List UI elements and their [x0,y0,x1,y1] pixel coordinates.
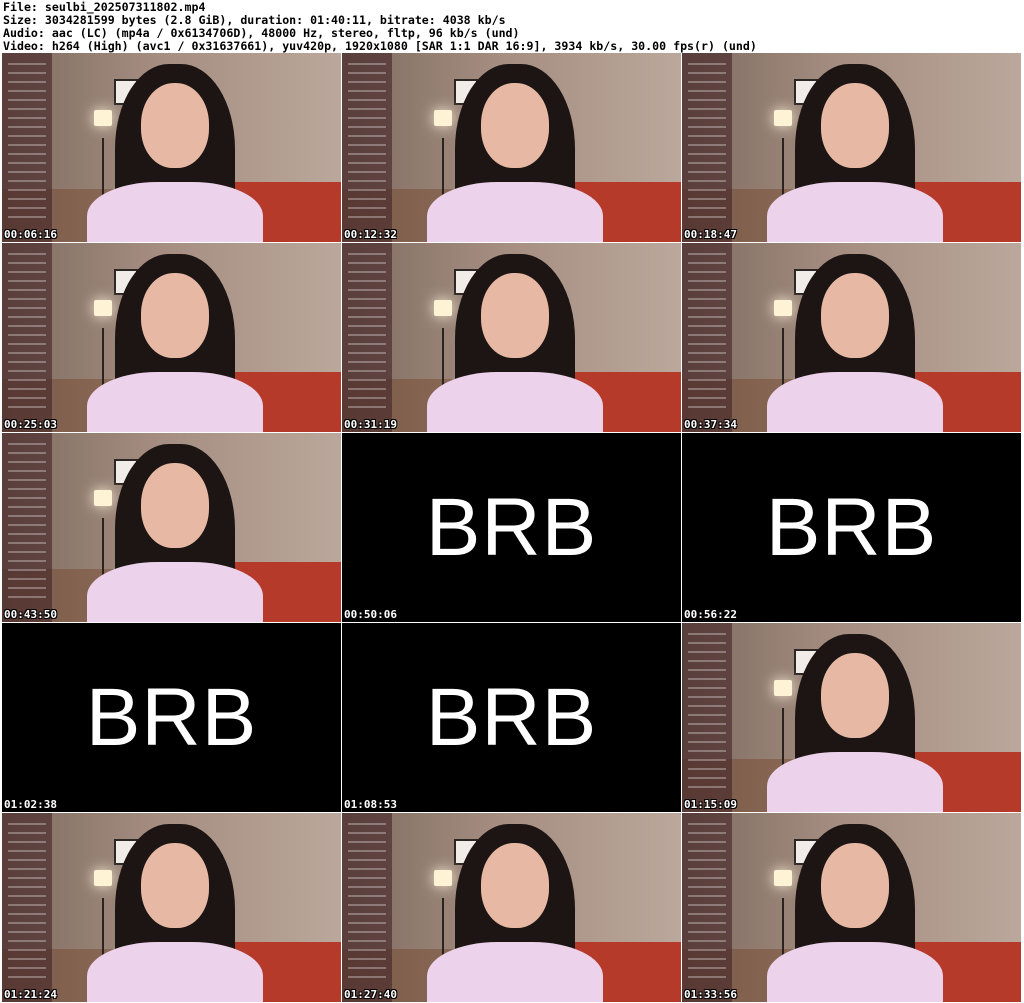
video-thumbnail: 01:21:24 [2,813,341,1002]
video-frame-image [2,53,341,242]
brb-text: BRB [342,623,681,812]
timestamp-label: 01:02:38 [4,798,57,811]
timestamp-label: 00:06:16 [4,228,57,241]
video-thumbnail: 01:15:09 [682,623,1021,812]
video-frame-image [2,813,341,1002]
video-frame-image [342,813,681,1002]
video-info: Video: h264 (High) (avc1 / 0x31637661), … [3,39,757,53]
video-frame-image [2,433,341,622]
timestamp-label: 00:18:47 [684,228,737,241]
timestamp-label: 00:37:34 [684,418,737,431]
video-frame-image [342,53,681,242]
video-frame-image [682,623,1021,812]
video-frame-image [2,243,341,432]
video-thumbnail: 00:06:16 [2,53,341,242]
timestamp-label: 01:08:53 [344,798,397,811]
brb-text: BRB [2,623,341,812]
timestamp-label: 00:12:32 [344,228,397,241]
video-thumbnail: 01:33:56 [682,813,1021,1002]
timestamp-label: 01:21:24 [4,988,57,1001]
video-thumbnail: 00:25:03 [2,243,341,432]
thumbnail-grid: 00:06:16 00:12:32 00:18:47 00:25:03 00:31:19… [2,53,1022,1003]
video-frame-image [682,243,1021,432]
timestamp-label: 00:25:03 [4,418,57,431]
video-thumbnail: 00:18:47 [682,53,1021,242]
timestamp-label: 01:33:56 [684,988,737,1001]
video-thumbnail: 01:27:40 [342,813,681,1002]
file-info-header: File: seulbi_202507311802.mp4 Size: 3034… [3,1,1021,53]
timestamp-label: 00:56:22 [684,608,737,621]
timestamp-label: 01:27:40 [344,988,397,1001]
video-thumbnail: 00:37:34 [682,243,1021,432]
brb-text: BRB [342,433,681,622]
video-thumbnail: BRB 00:50:06 [342,433,681,622]
brb-text: BRB [682,433,1021,622]
video-frame-image [682,53,1021,242]
video-thumbnail: BRB 00:56:22 [682,433,1021,622]
video-frame-image [342,243,681,432]
timestamp-label: 01:15:09 [684,798,737,811]
timestamp-label: 00:43:50 [4,608,57,621]
video-frame-image [682,813,1021,1002]
timestamp-label: 00:50:06 [344,608,397,621]
timestamp-label: 00:31:19 [344,418,397,431]
video-thumbnail: BRB 01:08:53 [342,623,681,812]
video-thumbnail: 00:12:32 [342,53,681,242]
video-thumbnail: BRB 01:02:38 [2,623,341,812]
video-thumbnail: 00:31:19 [342,243,681,432]
video-thumbnail: 00:43:50 [2,433,341,622]
